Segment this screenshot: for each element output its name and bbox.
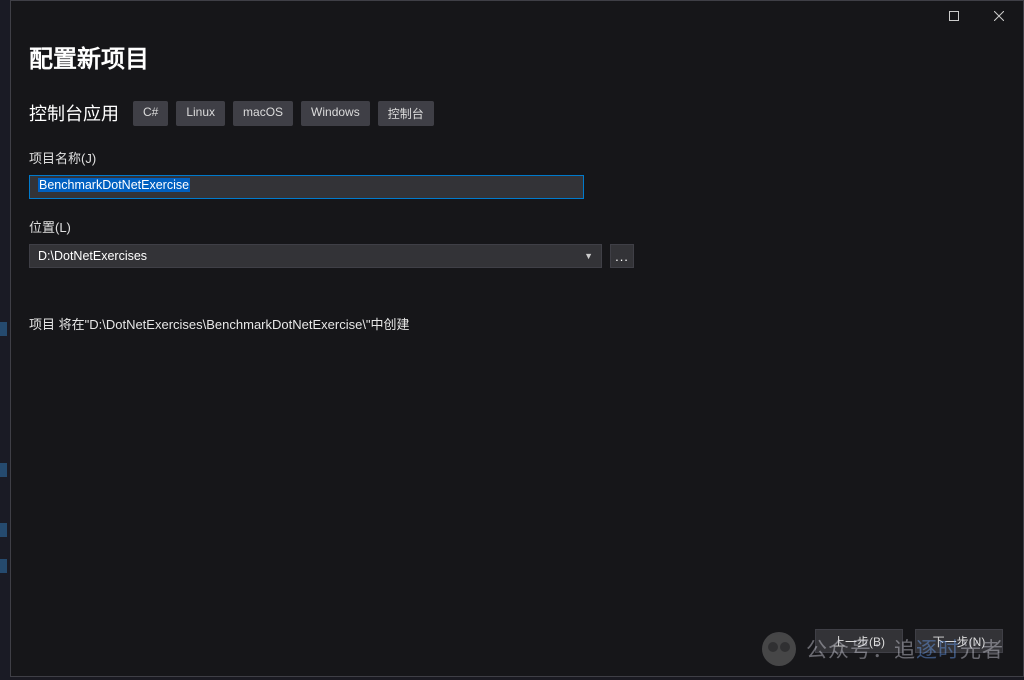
footer: 上一步(B) 下一步(N): [11, 606, 1023, 676]
location-value: D:\DotNetExercises: [38, 249, 147, 263]
tags-container: C# Linux macOS Windows 控制台: [133, 101, 434, 126]
project-name-label: 项目名称(J): [29, 148, 999, 167]
titlebar: [11, 1, 1023, 31]
tag-csharp: C#: [133, 101, 168, 126]
page-title: 配置新项目: [29, 39, 999, 74]
subtitle-row: 控制台应用 C# Linux macOS Windows 控制台: [29, 100, 999, 126]
browse-button[interactable]: ...: [610, 244, 634, 268]
location-label: 位置(L): [29, 217, 999, 236]
tag-windows: Windows: [301, 101, 370, 126]
tag-macos: macOS: [233, 101, 293, 126]
content-area: 配置新项目 控制台应用 C# Linux macOS Windows 控制台 项…: [11, 31, 1023, 606]
close-button[interactable]: [976, 2, 1021, 30]
maximize-icon: [949, 11, 959, 21]
maximize-button[interactable]: [931, 2, 976, 30]
tag-linux: Linux: [176, 101, 225, 126]
chevron-down-icon: ▼: [584, 251, 593, 261]
project-name-input[interactable]: BenchmarkDotNetExercise: [29, 175, 584, 199]
dialog-window: 配置新项目 控制台应用 C# Linux macOS Windows 控制台 项…: [10, 0, 1024, 677]
close-icon: [994, 11, 1004, 21]
tag-console: 控制台: [378, 101, 434, 126]
creation-path-info: 项目 将在"D:\DotNetExercises\BenchmarkDotNet…: [29, 314, 999, 333]
project-name-value: BenchmarkDotNetExercise: [38, 178, 190, 192]
next-button[interactable]: 下一步(N): [915, 629, 1003, 653]
back-button[interactable]: 上一步(B): [815, 629, 903, 653]
location-input[interactable]: D:\DotNetExercises ▼: [29, 244, 602, 268]
project-type-subtitle: 控制台应用: [29, 100, 119, 126]
